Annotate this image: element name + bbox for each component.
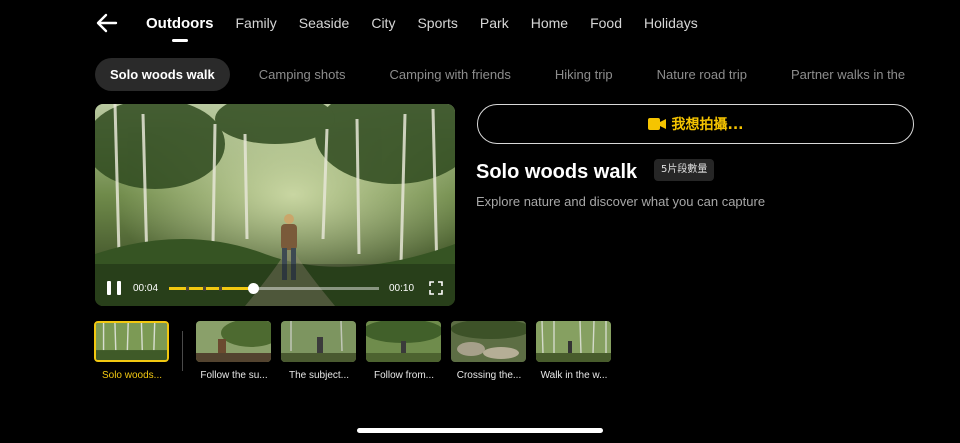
segment-gap xyxy=(185,285,189,291)
shoot-button[interactable]: 我想拍攝... xyxy=(477,104,914,144)
progress-knob[interactable] xyxy=(248,282,259,294)
clip-thumbnail xyxy=(196,321,271,362)
segment-gap xyxy=(219,285,223,291)
pause-icon xyxy=(107,281,111,295)
chip-solo-woods-walk[interactable]: Solo woods walk xyxy=(95,58,230,91)
shoot-button-label: 我想拍攝... xyxy=(671,117,744,133)
template-description: Explore nature and discover what you can… xyxy=(476,194,766,209)
clip-divider xyxy=(182,331,183,371)
clip-caption: Follow from... xyxy=(373,370,434,381)
chip-camping-shots[interactable]: Camping shots xyxy=(244,58,361,91)
chip-nature-road-trip[interactable]: Nature road trip xyxy=(642,58,762,91)
clip-thumbnail xyxy=(536,321,611,362)
pause-button[interactable] xyxy=(107,281,121,295)
clip-caption: Crossing the... xyxy=(456,370,522,381)
current-time: 00:04 xyxy=(133,282,159,294)
chip-hiking-trip[interactable]: Hiking trip xyxy=(540,58,628,91)
chip-camping-with-friends[interactable]: Camping with friends xyxy=(374,58,525,91)
clip-thumbnail xyxy=(366,321,441,362)
clip-thumbnail xyxy=(94,321,169,362)
chip-partner-walks[interactable]: Partner walks in the xyxy=(776,58,920,91)
clip-item-2[interactable]: Follow the su... xyxy=(196,321,271,381)
video-camera-icon xyxy=(647,118,666,130)
clip-caption: Solo woods... xyxy=(101,370,163,381)
progress-bar[interactable] xyxy=(169,282,379,294)
arrow-left-icon xyxy=(96,13,118,33)
tab-city[interactable]: City xyxy=(371,15,395,31)
template-chips: Solo woods walk Camping shots Camping wi… xyxy=(95,58,960,91)
tab-home[interactable]: Home xyxy=(531,15,568,31)
clip-item-5[interactable]: Crossing the... xyxy=(451,321,526,381)
tab-outdoors[interactable]: Outdoors xyxy=(146,15,214,42)
clip-item-6[interactable]: Walk in the w... xyxy=(536,321,611,381)
tab-seaside[interactable]: Seaside xyxy=(299,15,350,31)
tab-park[interactable]: Park xyxy=(480,15,509,31)
tab-family[interactable]: Family xyxy=(236,15,277,31)
tab-sports[interactable]: Sports xyxy=(417,15,457,31)
tab-food[interactable]: Food xyxy=(590,15,622,31)
back-button[interactable] xyxy=(94,10,120,36)
home-indicator xyxy=(357,428,603,433)
category-tabs: Outdoors Family Seaside City Sports Park… xyxy=(146,0,720,46)
segment-gap xyxy=(202,285,206,291)
clip-caption: Walk in the w... xyxy=(540,370,608,381)
tab-holidays[interactable]: Holidays xyxy=(644,15,698,31)
video-controls: 00:04 00:10 xyxy=(95,270,455,306)
video-player[interactable]: 00:04 00:10 xyxy=(95,104,455,306)
progress-fill xyxy=(169,286,253,290)
clip-item-4[interactable]: Follow from... xyxy=(366,321,441,381)
clip-caption: Follow the su... xyxy=(200,370,268,381)
clip-item-1[interactable]: Solo woods... xyxy=(94,321,169,381)
duration-time: 00:10 xyxy=(389,282,415,294)
clip-thumbnail xyxy=(281,321,356,362)
clip-thumbnail xyxy=(451,321,526,362)
fullscreen-icon[interactable] xyxy=(429,281,443,295)
clip-item-3[interactable]: The subject... xyxy=(281,321,356,381)
clip-count-badge: 5片段數量 xyxy=(654,159,715,181)
template-title: Solo woods walk xyxy=(476,161,638,183)
clip-caption: The subject... xyxy=(288,370,350,381)
